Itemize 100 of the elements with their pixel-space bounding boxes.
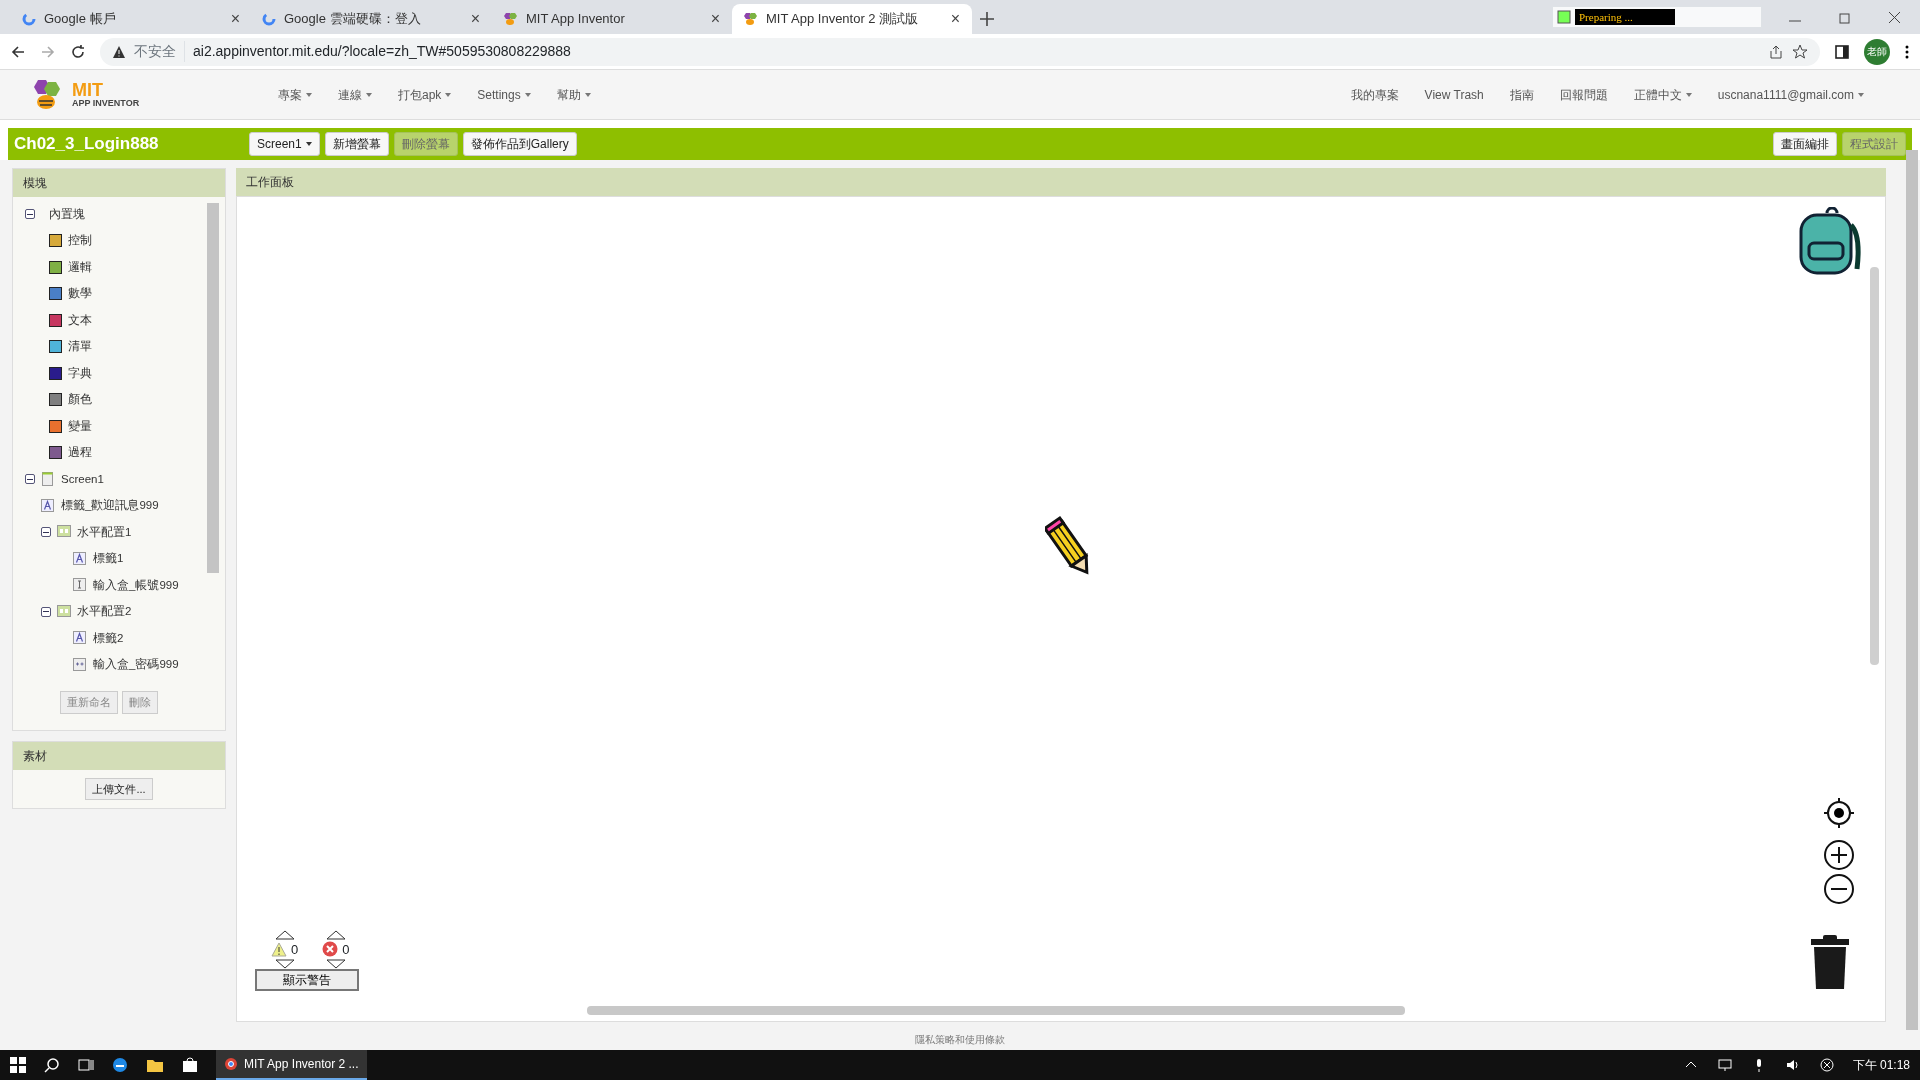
tree-item[interactable]: 水平配置1	[77, 523, 132, 541]
error-count: 0	[342, 940, 350, 959]
status-square-icon	[1557, 10, 1571, 24]
up-arrow-icon[interactable]	[325, 929, 346, 940]
menu-link[interactable]: 回報問題	[1559, 85, 1608, 104]
speaker-icon[interactable]	[1784, 1057, 1801, 1073]
blocks-workspace[interactable]: 0 0 顯示警告	[236, 196, 1886, 1022]
tree-item[interactable]: 標籤2	[93, 629, 124, 647]
collapse-toggle[interactable]	[41, 606, 51, 617]
menu-link[interactable]: View Trash	[1424, 85, 1484, 104]
caret-icon	[524, 92, 531, 97]
side-panel-icon[interactable]	[1834, 43, 1850, 60]
browser-tab[interactable]: MIT App Inventor ×	[492, 4, 732, 34]
tree-item[interactable]: 輸入盒_密碼999	[93, 656, 179, 674]
toolbar-button[interactable]: 新增螢幕	[324, 132, 389, 156]
scrollbar[interactable]	[587, 1006, 1405, 1015]
down-arrow-icon[interactable]	[325, 959, 346, 969]
down-arrow-icon[interactable]	[274, 959, 295, 969]
block-category[interactable]: 文本	[68, 311, 92, 329]
share-icon[interactable]	[1768, 43, 1784, 60]
close-button[interactable]: ×	[228, 11, 242, 27]
block-category[interactable]: 顏色	[68, 391, 92, 409]
folder-icon[interactable]	[146, 1057, 164, 1073]
bee-logo-icon	[742, 12, 758, 26]
toolbar-button[interactable]: 發佈作品到Gallery	[462, 132, 577, 156]
block-category[interactable]: 控制	[68, 232, 92, 250]
search-icon[interactable]	[44, 1057, 60, 1073]
panel-title: 模塊	[13, 169, 225, 197]
tree-item[interactable]: Screen1	[61, 470, 104, 488]
warning-icon	[112, 44, 126, 59]
label-component-icon	[73, 631, 87, 646]
block-category[interactable]: 數學	[68, 285, 92, 303]
menu-link[interactable]: 專案	[278, 85, 312, 104]
footer-text: 隱私策略和使用條款	[0, 1032, 1920, 1050]
tree-item[interactable]: 標籤1	[93, 550, 124, 568]
scrollbar[interactable]	[207, 203, 219, 573]
back-icon[interactable]	[10, 43, 26, 60]
project-title: Ch02_3_Login888	[14, 133, 160, 156]
scrollbar[interactable]	[1906, 150, 1918, 1030]
tree-item[interactable]: 水平配置2	[77, 603, 132, 621]
collapse-toggle[interactable]	[25, 209, 35, 220]
taskbar-app[interactable]: MIT App Inventor 2 ...	[216, 1050, 367, 1080]
logo-title: MIT	[72, 81, 104, 99]
upload-button[interactable]: 上傳文件...	[85, 777, 153, 800]
menu-link[interactable]: 我的專案	[1350, 85, 1399, 104]
close-button[interactable]: ×	[468, 11, 482, 27]
caret-icon	[445, 92, 452, 97]
menu-link[interactable]: 指南	[1509, 85, 1534, 104]
recenter-icon[interactable]	[1823, 797, 1855, 829]
collapse-toggle[interactable]	[41, 527, 51, 538]
error-circle-icon[interactable]	[1818, 1057, 1835, 1073]
browser-tab[interactable]: MIT App Inventor 2 測試版 ×	[732, 4, 972, 34]
password-component-icon	[73, 657, 87, 672]
profile-avatar[interactable]: 老師	[1864, 38, 1890, 65]
more-icon[interactable]	[1904, 43, 1910, 60]
browser-tab[interactable]: Google 帳戶 ×	[12, 4, 252, 34]
bee-logo-icon	[502, 12, 518, 26]
browser-tab[interactable]: Google 雲端硬碟：登入 ×	[252, 4, 492, 34]
store-bag-icon[interactable]	[182, 1057, 198, 1073]
view-toggle-button[interactable]: 畫面編排	[1773, 132, 1837, 156]
collapse-toggle[interactable]	[25, 474, 35, 485]
reload-icon[interactable]	[70, 43, 86, 60]
menu-link[interactable]: 打包apk	[398, 85, 452, 104]
menu-link[interactable]: Settings	[477, 85, 531, 104]
menu-link[interactable]: uscnana1111@gmail.com	[1717, 85, 1864, 104]
close-button[interactable]: ×	[708, 11, 722, 27]
security-label: 不安全	[134, 41, 185, 62]
zoom-out-icon[interactable]	[1823, 873, 1855, 905]
tree-item[interactable]: 內置塊	[49, 205, 85, 223]
block-category[interactable]: 清單	[68, 338, 92, 356]
view-toggle-button[interactable]: 程式設計	[1842, 132, 1906, 156]
panel-title: 素材	[13, 741, 225, 770]
scrollbar[interactable]	[1870, 267, 1879, 665]
menu-link[interactable]: 連線	[338, 85, 372, 104]
tree-item[interactable]: 標籤_歡迎訊息999	[61, 497, 159, 515]
windows-start-icon[interactable]	[10, 1057, 26, 1073]
caret-icon	[584, 92, 591, 97]
block-category[interactable]: 變量	[68, 417, 92, 435]
star-icon[interactable]	[1792, 43, 1808, 60]
menu-link[interactable]: 幫助	[556, 85, 591, 104]
up-arrow-icon[interactable]	[274, 929, 295, 940]
label-component-icon	[41, 498, 55, 513]
workspace-title: 工作面板	[236, 168, 1886, 196]
trash-icon[interactable]	[1809, 935, 1851, 991]
block-category[interactable]: 過程	[68, 444, 92, 462]
zoom-in-icon[interactable]	[1823, 839, 1855, 871]
show-warnings-button[interactable]: 顯示警告	[255, 969, 359, 991]
menu-link[interactable]: 正體中文	[1633, 85, 1692, 104]
block-category[interactable]: 字典	[68, 364, 92, 382]
address-bar[interactable]: 不安全 ai2.appinventor.mit.edu/?locale=zh_TW#5059530808229888	[100, 37, 1820, 66]
arrangement-component-icon	[57, 604, 71, 619]
toolbar-button[interactable]: Screen1	[249, 132, 320, 156]
task-view-icon[interactable]	[78, 1057, 94, 1073]
close-button[interactable]: ×	[948, 11, 962, 27]
backpack-icon[interactable]	[1797, 207, 1863, 277]
caret-icon	[1858, 92, 1864, 97]
network-icon[interactable]	[1716, 1057, 1733, 1073]
block-category[interactable]: 邏輯	[68, 258, 92, 276]
tree-item[interactable]: 輸入盒_帳號999	[93, 576, 179, 594]
clock-text: 下午 01:18	[1852, 1057, 1910, 1074]
